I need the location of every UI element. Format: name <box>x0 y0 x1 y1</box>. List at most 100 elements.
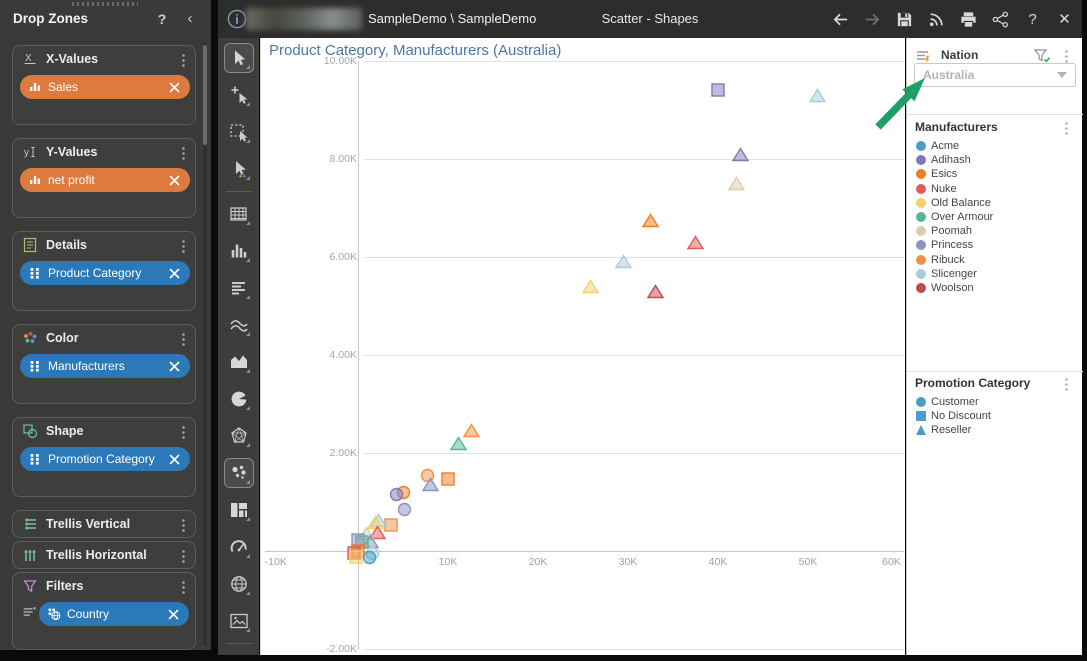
chip-remove-button[interactable] <box>168 609 179 620</box>
collapse-panel-icon[interactable]: ‹ <box>180 9 200 29</box>
pointer-tool[interactable] <box>223 43 254 73</box>
legend-item[interactable]: Adihash <box>916 153 971 167</box>
legend-item[interactable]: No Discount <box>916 409 991 423</box>
image-tool[interactable] <box>224 606 254 636</box>
add-pointer-tool[interactable] <box>224 80 254 110</box>
legend-item[interactable]: Nuke <box>916 182 957 196</box>
chip-promotion-category[interactable]: Promotion Category <box>20 447 190 471</box>
help-icon[interactable]: ? <box>152 9 172 29</box>
legend-item[interactable]: Customer <box>916 395 979 409</box>
bar-chart-tool[interactable] <box>224 236 254 266</box>
chip-manufacturers[interactable]: Manufacturers <box>20 354 190 378</box>
data-point-acme[interactable] <box>362 550 377 565</box>
legend-item[interactable]: Woolson <box>916 281 974 295</box>
data-point-adihash[interactable] <box>710 83 725 97</box>
data-point-over-armour[interactable] <box>450 435 468 451</box>
chip-remove-button[interactable] <box>169 268 180 279</box>
chip-product-category[interactable]: Product Category <box>20 261 190 285</box>
data-point-nuke[interactable] <box>687 234 704 250</box>
data-point-princess[interactable] <box>397 502 412 517</box>
pie-chart-tool[interactable] <box>224 384 254 414</box>
kebab-menu-icon[interactable] <box>177 330 189 348</box>
data-point-slicenger[interactable] <box>615 254 632 269</box>
gauge-tool[interactable] <box>224 532 254 562</box>
close-icon[interactable]: ✕ <box>1055 10 1074 29</box>
sidebar-scrollbar <box>203 42 207 646</box>
chip-label: Manufacturers <box>48 359 125 373</box>
chip-label: Promotion Category <box>48 452 155 466</box>
legend-item[interactable]: Poomah <box>916 224 972 238</box>
kebab-menu-icon[interactable] <box>177 51 189 69</box>
data-point-old-balance[interactable] <box>581 279 599 294</box>
kebab-menu-icon[interactable] <box>177 144 189 162</box>
text-tool[interactable] <box>224 273 254 303</box>
kebab-menu-icon[interactable] <box>177 578 189 596</box>
chip-label: Sales <box>48 80 79 94</box>
map-tool[interactable] <box>224 569 254 599</box>
area-chart-tool[interactable] <box>224 347 254 377</box>
kebab-menu-icon[interactable] <box>177 423 189 441</box>
data-point-old-balance[interactable] <box>348 550 363 565</box>
legend-label: Woolson <box>931 282 974 294</box>
data-point-esics[interactable] <box>440 472 455 487</box>
legend-item[interactable]: Princess <box>916 238 973 252</box>
kebab-menu-icon[interactable] <box>177 237 189 255</box>
help-icon[interactable]: ? <box>1023 10 1042 29</box>
y-axis-tick-label: 2.00K <box>329 447 357 459</box>
rerun-icon[interactable] <box>927 10 946 29</box>
rectangle-select-tool[interactable] <box>224 117 254 147</box>
drop-zone-label: Color <box>46 331 79 345</box>
chip-remove-button[interactable] <box>169 175 180 186</box>
legend-label: Slicenger <box>931 267 977 280</box>
data-point-slicenger[interactable] <box>808 87 826 103</box>
chip-remove-button[interactable] <box>169 361 180 372</box>
data-point-esics[interactable] <box>642 212 659 228</box>
data-point-poomah[interactable] <box>727 176 745 191</box>
nation-filter-header: Nation <box>907 43 1082 64</box>
right-panel: Nation Australia Manufacturers Acme Adihas… <box>906 38 1083 655</box>
data-point-woolson[interactable] <box>646 283 664 299</box>
chip-country[interactable]: Country <box>39 602 189 626</box>
chip-label: Product Category <box>48 266 142 280</box>
legend-item[interactable]: Reseller <box>916 423 971 437</box>
x-axis-tick-label: 20K <box>528 556 548 568</box>
back-icon[interactable] <box>831 10 850 29</box>
chip-remove-button[interactable] <box>169 82 180 93</box>
radar-tool[interactable] <box>224 421 254 451</box>
kebab-menu-icon[interactable] <box>1060 119 1072 137</box>
x-axis-tick-label: 40K <box>708 556 728 568</box>
chip-remove-button[interactable] <box>169 454 180 465</box>
point-select-tool[interactable] <box>224 154 254 184</box>
kebab-menu-icon[interactable] <box>1060 375 1072 393</box>
legend-item[interactable]: Slicenger <box>916 267 977 281</box>
slicer-icon[interactable] <box>21 604 37 620</box>
chip-sales[interactable]: Sales <box>20 75 190 99</box>
legend-item[interactable]: Acme <box>916 139 959 153</box>
kebab-menu-icon[interactable] <box>177 547 189 565</box>
forward-icon[interactable] <box>863 10 882 29</box>
treemap-tool[interactable] <box>224 495 254 525</box>
share-icon[interactable] <box>991 10 1010 29</box>
drop-zone-label: Y-Values <box>46 145 98 159</box>
kebab-menu-icon[interactable] <box>177 516 189 534</box>
table-tool[interactable] <box>224 199 254 229</box>
data-point-adihash[interactable] <box>389 487 404 502</box>
data-point-princess[interactable] <box>421 477 439 492</box>
panel-divider <box>907 371 1083 372</box>
save-icon[interactable] <box>895 10 914 29</box>
legend-label: Adihash <box>931 154 971 167</box>
print-icon[interactable] <box>959 10 978 29</box>
line-chart-tool[interactable] <box>224 310 254 340</box>
legend-item[interactable]: Old Balance <box>916 196 991 210</box>
legend-item[interactable]: Over Armour <box>916 210 993 224</box>
nation-filter-dropdown[interactable]: Australia <box>914 63 1076 87</box>
dimension-icon <box>28 452 42 466</box>
legend-item[interactable]: Ribuck <box>916 253 965 267</box>
chip-net-profit[interactable]: net profit <box>20 168 190 192</box>
scrollbar-thumb[interactable] <box>203 45 207 145</box>
data-point-adihash[interactable] <box>732 146 749 162</box>
legend-swatch-circle <box>916 283 926 293</box>
scatter-tool[interactable] <box>223 458 254 488</box>
drop-zone-cards: X X-Values Sales y Y-Values net profit Details… <box>0 38 211 650</box>
legend-item[interactable]: Esics <box>916 167 957 181</box>
